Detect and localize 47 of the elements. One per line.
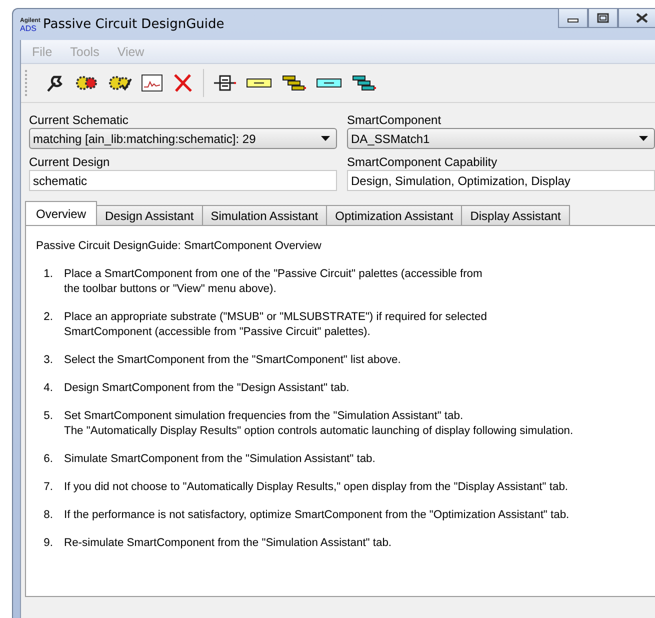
component-icon[interactable]: [213, 73, 237, 93]
chart-icon[interactable]: [141, 73, 163, 93]
step-number: 3.: [42, 353, 54, 368]
gear-check-icon[interactable]: [108, 73, 132, 93]
field-label: Current Schematic: [29, 113, 128, 127]
gear-icon[interactable]: [75, 73, 99, 93]
step-text: If the performance is not satisfactory, optimize SmartComponent from the "Optimization Assistant" tab.: [64, 508, 570, 523]
step-text: Set SmartComponent simulation frequencies from the "Simulation Assistant" tab. The "Automatically Display Results" option controls automatic launching of display following simulation.: [64, 409, 574, 439]
tab[interactable]: Simulation Assistant: [202, 205, 328, 225]
close-icon: [635, 13, 649, 23]
step-number: 7.: [42, 480, 54, 495]
schematic-dropdown[interactable]: matching [ain_lib:matching:schematic]: 29: [29, 128, 337, 149]
caret-icon: [321, 136, 330, 141]
step-number: 9.: [42, 536, 54, 551]
coupled-lines-icon[interactable]: [281, 73, 307, 93]
delete-icon[interactable]: [172, 73, 194, 93]
minimize-button[interactable]: [558, 8, 588, 28]
maximize-icon: [597, 13, 609, 23]
step-number: 6.: [42, 452, 54, 467]
tab[interactable]: Optimization Assistant: [326, 205, 462, 225]
tab[interactable]: Overview: [25, 201, 98, 225]
field-label: SmartComponent Capability: [347, 155, 498, 169]
design-field[interactable]: schematic: [29, 170, 337, 191]
window-title: Passive Circuit DesignGuide: [43, 17, 224, 32]
field-label: SmartComponent: [347, 113, 442, 127]
maximize-button[interactable]: [588, 8, 618, 28]
step-number: 4.: [42, 381, 54, 396]
step-text: Simulate SmartComponent from the "Simulation Assistant" tab.: [64, 452, 376, 467]
step-text: Place a SmartComponent from one of the "Passive Circuit" palettes (accessible from the toolbar buttons or "View" menu above).: [64, 267, 482, 297]
step-number: 5.: [42, 409, 54, 424]
overview-heading: Passive Circuit DesignGuide: SmartComponent Overview: [36, 240, 322, 252]
step-text: Place an appropriate substrate ("MSUB" or "MLSUBSTRATE") if required for selected SmartComponent (accessible from "Passive Circuit" palettes).: [64, 310, 487, 340]
caret-icon: [639, 136, 648, 141]
step-number: 8.: [42, 508, 54, 523]
capability-field[interactable]: Design, Simulation, Optimization, Display: [347, 170, 655, 191]
component-dropdown[interactable]: DA_SSMatch1: [347, 128, 655, 149]
tab[interactable]: Display Assistant: [461, 205, 570, 225]
tab[interactable]: Design Assistant: [96, 205, 203, 225]
step-number: 2.: [42, 310, 54, 325]
step-text: Design SmartComponent from the "Design Assistant" tab.: [64, 381, 350, 396]
close-button[interactable]: [618, 8, 655, 28]
step-number: 1.: [42, 267, 54, 282]
step-text: Re-simulate SmartComponent from the "Simulation Assistant" tab.: [64, 536, 392, 551]
coupled-lines-icon[interactable]: [351, 73, 377, 93]
step-text: If you did not choose to "Automatically Display Results," open display from the "Display Assistant" tab.: [64, 480, 568, 495]
step-text: Select the SmartComponent from the "SmartComponent" list above.: [64, 353, 401, 368]
field-label: Current Design: [29, 155, 110, 169]
